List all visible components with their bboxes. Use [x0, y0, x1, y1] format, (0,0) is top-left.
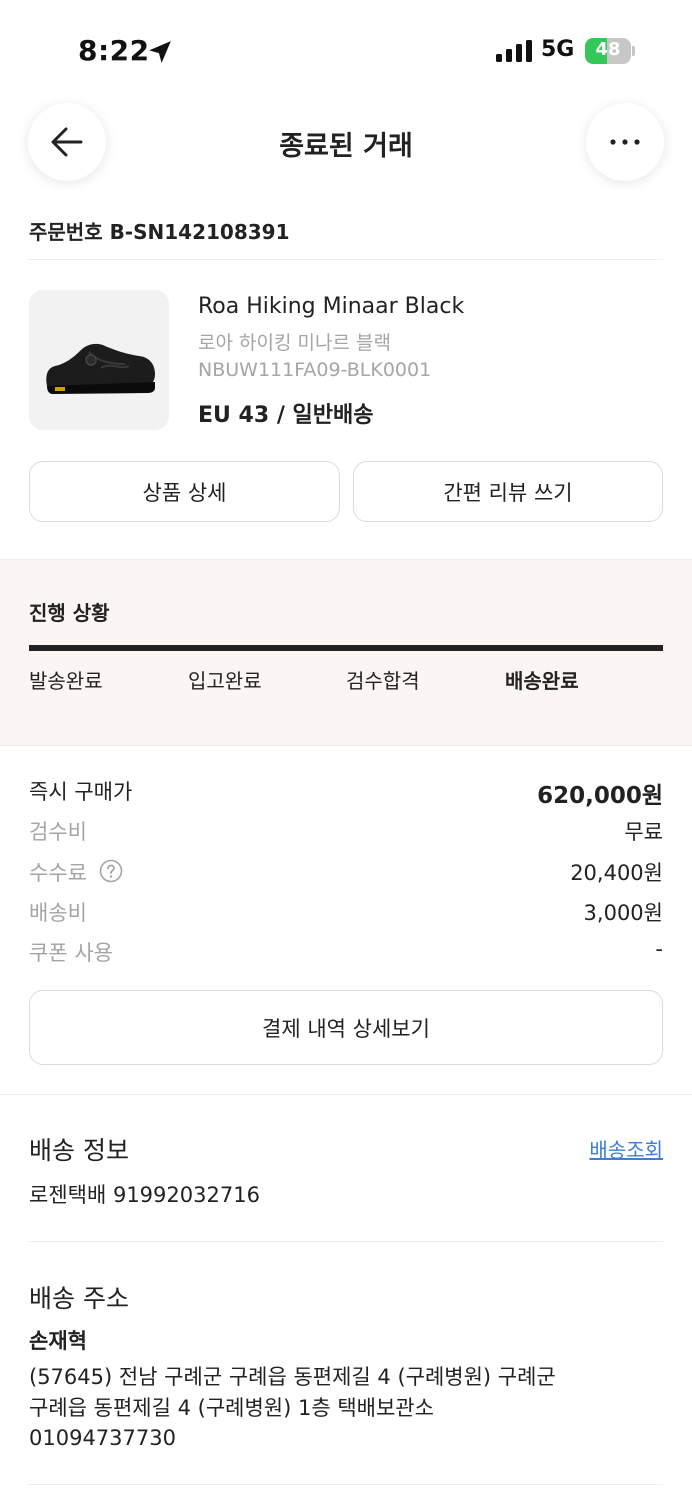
price-label: 수수료 — [29, 861, 87, 885]
address-line-2: 구례읍 동편제길 4 (구례병원) 1층 택배보관소 — [29, 1396, 434, 1420]
progress-step-delivered: 배송완료 — [505, 669, 579, 693]
product-image[interactable] — [29, 290, 169, 430]
price-value: 3,000원 — [583, 901, 663, 925]
price-label: 즉시 구매가 — [29, 780, 133, 804]
progress-title: 진행 상황 — [29, 601, 110, 625]
order-number: 주문번호 B-SN142108391 — [29, 220, 290, 244]
price-row-commission: 수수료 20,400원 — [29, 857, 663, 889]
black-hiking-shoe-image — [46, 343, 155, 394]
progress-step-received: 입고완료 — [188, 669, 262, 693]
section-divider — [0, 1094, 692, 1095]
price-label: 쿠폰 사용 — [29, 941, 113, 965]
price-value: 20,400원 — [570, 861, 663, 885]
recipient-phone: 01094737730 — [29, 1426, 176, 1450]
location-arrow-icon — [149, 41, 171, 63]
progress-bar — [29, 645, 663, 651]
question-circle-icon[interactable] — [99, 859, 123, 883]
price-label: 검수비 — [29, 820, 87, 844]
price-value: - — [655, 937, 663, 961]
progress-step-inspected: 검수합격 — [346, 669, 420, 693]
shipping-address-title: 배송 주소 — [29, 1284, 129, 1313]
more-horizontal-icon — [610, 139, 640, 145]
recipient-name: 손재혁 — [29, 1329, 87, 1353]
product-detail-button[interactable]: 상품 상세 — [29, 461, 340, 522]
product-name-english[interactable]: Roa Hiking Minaar Black — [198, 294, 464, 319]
battery-charging-icon: 48 — [585, 38, 635, 64]
track-shipment-link[interactable]: 배송조회 — [589, 1134, 663, 1163]
divider — [29, 1241, 663, 1242]
shipping-info-title: 배송 정보 — [29, 1136, 129, 1165]
price-value: 620,000원 — [537, 783, 663, 809]
product-model-code: NBUW111FA09-BLK0001 — [198, 359, 432, 381]
address-line-1: (57645) 전남 구례군 구례읍 동편제길 4 (구례병원) 구례군 — [29, 1365, 556, 1389]
price-value: 무료 — [624, 820, 663, 844]
divider — [29, 259, 663, 260]
payment-detail-button[interactable]: 결제 내역 상세보기 — [29, 990, 663, 1065]
product-size-option: EU 43 / 일반배송 — [198, 403, 374, 428]
price-label: 배송비 — [29, 901, 87, 925]
product-name-korean: 로아 하이킹 미나르 블랙 — [198, 332, 391, 354]
write-review-button[interactable]: 간편 리뷰 쓰기 — [353, 461, 663, 522]
price-row-shipping-fee: 배송비 3,000원 — [29, 897, 663, 929]
progress-step-shipped: 발송완료 — [29, 669, 103, 693]
price-row-coupon: 쿠폰 사용 - — [29, 937, 663, 969]
divider — [29, 1484, 663, 1485]
battery-level: 48 — [595, 39, 621, 60]
network-type: 5G — [541, 37, 575, 62]
status-time: 8:22 — [78, 34, 150, 67]
more-options-button[interactable] — [586, 103, 664, 181]
cellular-signal-icon — [496, 40, 532, 62]
progress-bar-fill — [29, 645, 663, 651]
shipping-carrier-tracking: 로젠택배 91992032716 — [29, 1183, 260, 1207]
progress-section: 진행 상황 발송완료 입고완료 검수합격 배송완료 — [0, 559, 692, 746]
price-row-inspection-fee: 검수비 무료 — [29, 816, 663, 848]
price-row-buy-now: 즉시 구매가 620,000원 — [29, 776, 663, 809]
status-bar: 8:22 5G 48 — [0, 0, 692, 100]
